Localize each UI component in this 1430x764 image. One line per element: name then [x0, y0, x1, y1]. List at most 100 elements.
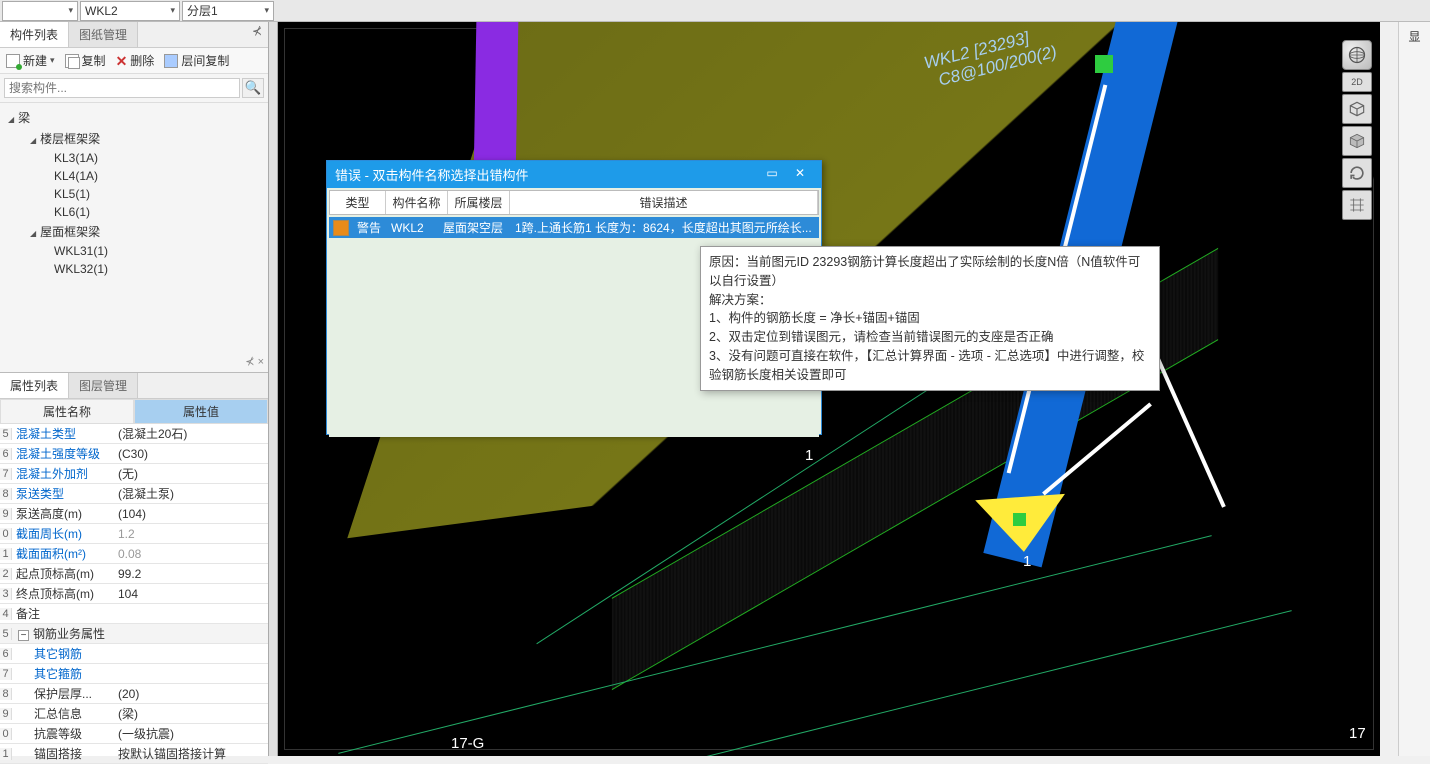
property-row[interactable]: 0截面周长(m)1.2: [0, 524, 268, 544]
dropdown-element[interactable]: WKL2 ▾: [80, 1, 180, 21]
search-input[interactable]: [4, 78, 240, 98]
property-name: 汇总信息: [12, 705, 112, 722]
axis-label: 1: [1023, 553, 1031, 570]
property-group-row[interactable]: 5−钢筋业务属性: [0, 624, 268, 644]
dropdown-1[interactable]: ▾: [2, 1, 78, 21]
property-row[interactable]: 9泵送高度(m)(104): [0, 504, 268, 524]
globe-icon: [1347, 45, 1367, 65]
property-value[interactable]: (C30): [112, 447, 268, 461]
property-row[interactable]: 7其它箍筋: [0, 664, 268, 684]
property-row[interactable]: 5混凝土类型(混凝土20石): [0, 424, 268, 444]
tree-node-floor-frame-beam[interactable]: 楼层框架梁: [0, 128, 268, 149]
col-property-value: 属性值: [134, 399, 268, 424]
property-value[interactable]: (104): [112, 507, 268, 521]
grid-icon: [1347, 195, 1367, 215]
search-icon: 🔍: [245, 80, 262, 95]
nav-2d-button[interactable]: 2D: [1342, 72, 1372, 92]
dialog-table-head: 类型 构件名称 所属楼层 错误描述: [329, 190, 819, 215]
property-name: 起点顶标高(m): [12, 565, 112, 582]
node-marker[interactable]: [1095, 55, 1113, 73]
nav-iso-wire-button[interactable]: [1342, 94, 1372, 124]
row-number: 0: [0, 728, 12, 740]
dropdown-element-value: WKL2: [85, 4, 118, 18]
copy-button[interactable]: 复制: [65, 52, 106, 69]
new-button[interactable]: 新建 ▾: [6, 52, 55, 69]
property-row[interactable]: 1截面面积(m²)0.08: [0, 544, 268, 564]
tab-property-list[interactable]: 属性列表: [0, 373, 69, 398]
vertical-splitter[interactable]: [268, 22, 278, 756]
property-value[interactable]: 1.2: [112, 527, 268, 541]
property-value[interactable]: 104: [112, 587, 268, 601]
property-row[interactable]: 6其它钢筋: [0, 644, 268, 664]
tree-leaf[interactable]: KL3(1A): [0, 149, 268, 167]
col-property-name: 属性名称: [0, 399, 134, 424]
property-row[interactable]: 1锚固搭接按默认锚固搭接计算: [0, 744, 268, 764]
collapse-icon[interactable]: −: [18, 630, 29, 641]
delete-button[interactable]: ✕ 删除: [116, 52, 155, 69]
property-name: 终点顶标高(m): [12, 585, 112, 602]
tab-drawing-manage[interactable]: 图纸管理: [69, 22, 138, 47]
property-name: 混凝土类型: [12, 425, 112, 442]
property-row[interactable]: 8保护层厚...(20): [0, 684, 268, 704]
dialog-titlebar[interactable]: 错误 - 双击构件名称选择出错构件 ▭ ✕: [327, 161, 821, 188]
dialog-close-button[interactable]: ✕: [787, 166, 813, 184]
cube-wire-icon: [1347, 99, 1367, 119]
property-group-name: −钢筋业务属性: [12, 625, 268, 642]
property-value[interactable]: (20): [112, 687, 268, 701]
property-value[interactable]: (混凝土泵): [112, 485, 268, 502]
row-number: 7: [0, 668, 12, 680]
property-name: 混凝土外加剂: [12, 465, 112, 482]
error-row[interactable]: 警告 WKL2 屋面架空层 1跨.上通长筋1 长度为：8624，长度超出其图元所…: [329, 217, 819, 238]
property-row[interactable]: 8泵送类型(混凝土泵): [0, 484, 268, 504]
row-name: WKL2: [387, 221, 439, 235]
error-tooltip: 原因：当前图元ID 23293钢筋计算长度超出了实际绘制的长度N倍（N值软件可以…: [700, 246, 1160, 391]
property-name: 泵送类型: [12, 485, 112, 502]
row-number: 9: [0, 508, 12, 520]
property-value[interactable]: (一级抗震): [112, 725, 268, 742]
property-name: 抗震等级: [12, 725, 112, 742]
property-value[interactable]: 99.2: [112, 567, 268, 581]
nav-globe-button[interactable]: [1342, 40, 1372, 70]
tree-leaf[interactable]: KL4(1A): [0, 167, 268, 185]
dropdown-layer[interactable]: 分层1 ▾: [182, 1, 274, 21]
tab-component-list[interactable]: 构件列表: [0, 22, 69, 47]
property-value[interactable]: (梁): [112, 705, 268, 722]
dialog-maximize-button[interactable]: ▭: [759, 166, 785, 184]
tree-node-beam[interactable]: 梁: [0, 107, 268, 128]
property-rows: 5混凝土类型(混凝土20石)6混凝土强度等级(C30)7混凝土外加剂(无)8泵送…: [0, 424, 268, 764]
axis-label: 1: [805, 447, 813, 464]
property-value[interactable]: 0.08: [112, 547, 268, 561]
property-row[interactable]: 7混凝土外加剂(无): [0, 464, 268, 484]
panel-pin-icon[interactable]: ⊀: [246, 22, 268, 47]
right-collapsed-panel[interactable]: 显: [1398, 22, 1430, 756]
property-row[interactable]: 0抗震等级(一级抗震): [0, 724, 268, 744]
chevron-down-icon: ▾: [264, 5, 269, 16]
property-value[interactable]: (混凝土20石): [112, 425, 268, 442]
node-marker[interactable]: [1013, 513, 1026, 526]
panel-pin-icon[interactable]: ⊀ ×: [245, 355, 264, 368]
search-button[interactable]: 🔍: [242, 78, 264, 98]
tree-leaf[interactable]: KL6(1): [0, 203, 268, 221]
tooltip-line: 原因：当前图元ID 23293钢筋计算长度超出了实际绘制的长度N倍（N值软件可以…: [709, 253, 1151, 291]
col-type: 类型: [330, 191, 386, 214]
property-row[interactable]: 6混凝土强度等级(C30): [0, 444, 268, 464]
property-row[interactable]: 2起点顶标高(m)99.2: [0, 564, 268, 584]
tree-leaf[interactable]: WKL32(1): [0, 260, 268, 278]
nav-refresh-button[interactable]: [1342, 158, 1372, 188]
property-value[interactable]: (无): [112, 465, 268, 482]
row-number: 1: [0, 748, 12, 760]
property-row[interactable]: 3终点顶标高(m)104: [0, 584, 268, 604]
nav-iso-solid-button[interactable]: [1342, 126, 1372, 156]
property-row[interactable]: 9汇总信息(梁): [0, 704, 268, 724]
property-value[interactable]: 按默认锚固搭接计算: [112, 745, 268, 762]
tree-leaf[interactable]: KL5(1): [0, 185, 268, 203]
tree-node-roof-frame-beam[interactable]: 屋面框架梁: [0, 221, 268, 242]
layer-copy-button[interactable]: 层间复制: [164, 52, 229, 69]
dialog-title: 错误 - 双击构件名称选择出错构件: [335, 165, 529, 184]
nav-grid-button[interactable]: [1342, 190, 1372, 220]
tab-layer-manage[interactable]: 图层管理: [69, 373, 138, 398]
property-row[interactable]: 4备注: [0, 604, 268, 624]
row-number: 6: [0, 648, 12, 660]
tree-leaf[interactable]: WKL31(1): [0, 242, 268, 260]
left-sidebar: 构件列表 图纸管理 ⊀ 新建 ▾ 复制 ✕ 删除 层间复制 🔍 梁 楼层框架梁 …: [0, 22, 268, 756]
